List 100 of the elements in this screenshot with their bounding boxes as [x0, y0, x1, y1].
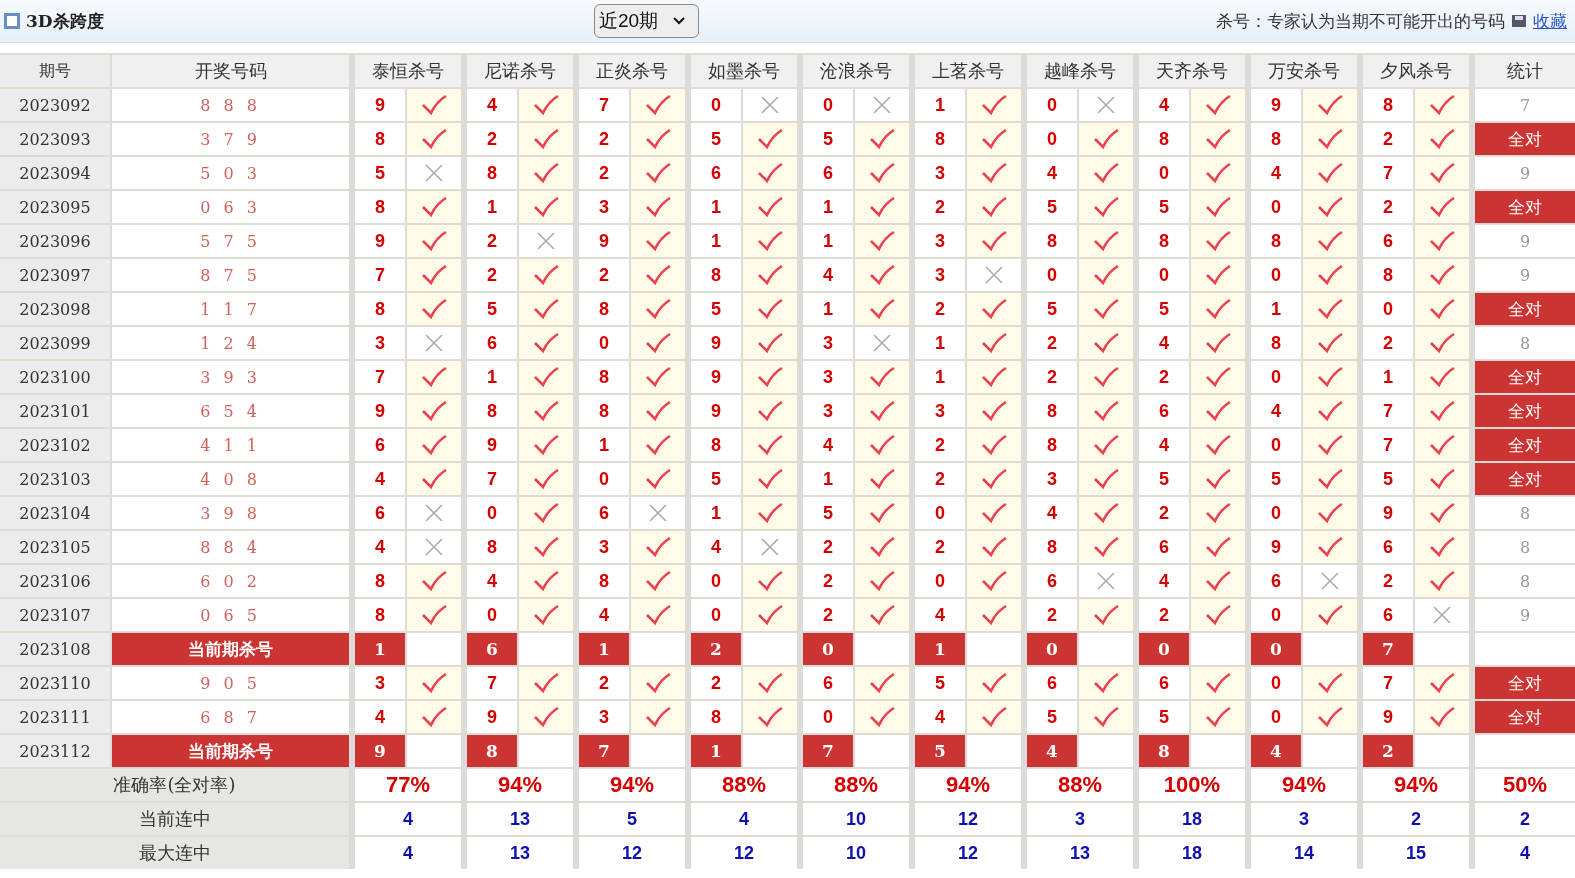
- kill-number-cell: 9: [355, 735, 405, 767]
- kill-number-cell: 1: [691, 497, 741, 529]
- kill-number-cell: 2: [803, 599, 853, 631]
- kill-number-cell: 2: [915, 463, 965, 495]
- check-icon: [1093, 264, 1119, 286]
- kill-number-cell: 8: [579, 293, 629, 325]
- kill-number-cell: 2: [803, 531, 853, 563]
- check-icon: [1093, 162, 1119, 184]
- cross-icon: [1320, 571, 1340, 591]
- cross-icon: [424, 333, 444, 353]
- check-icon: [645, 196, 671, 218]
- column-header: 天齐杀号: [1139, 55, 1245, 87]
- summary-value: 94%: [1251, 769, 1357, 801]
- kill-number-cell: 4: [691, 531, 741, 563]
- check-icon: [533, 536, 559, 558]
- kill-number-cell: 0: [1139, 157, 1189, 189]
- check-icon: [1205, 128, 1231, 150]
- all-correct-cell: 全对: [1475, 293, 1575, 325]
- check-icon: [1429, 128, 1455, 150]
- hit-count-cell: 8: [1475, 565, 1575, 597]
- kill-number-cell: 9: [355, 89, 405, 121]
- check-icon: [1317, 196, 1343, 218]
- kill-number-cell: 0: [803, 701, 853, 733]
- kill-number-cell: 8: [1363, 89, 1413, 121]
- kill-number-cell: 8: [355, 191, 405, 223]
- draw-number-cell: 6 5 4: [112, 395, 349, 427]
- check-icon: [1205, 366, 1231, 388]
- kill-number-cell: 6: [803, 667, 853, 699]
- summary-value: 15: [1363, 837, 1469, 869]
- kill-number-cell: 0: [1251, 701, 1301, 733]
- check-icon: [1429, 706, 1455, 728]
- summary-value: 88%: [691, 769, 797, 801]
- kill-number-cell: 7: [1363, 395, 1413, 427]
- summary-value: 2: [1475, 803, 1575, 835]
- bookmark-link[interactable]: 收藏: [1533, 9, 1567, 33]
- check-icon: [981, 366, 1007, 388]
- kill-number-cell: 3: [579, 191, 629, 223]
- kill-number-cell: 9: [691, 327, 741, 359]
- period-dropdown[interactable]: 近20期: [594, 4, 700, 38]
- period-cell: 2023098: [0, 293, 110, 325]
- kill-number-cell: 2: [1139, 599, 1189, 631]
- summary-label: 最大连中: [0, 837, 349, 869]
- check-icon: [1429, 672, 1455, 694]
- kill-number-cell: 8: [1027, 531, 1077, 563]
- kill-number-cell: 0: [467, 497, 517, 529]
- period-cell: 2023102: [0, 429, 110, 461]
- draw-number-cell: 0 6 3: [112, 191, 349, 223]
- cross-icon: [760, 537, 780, 557]
- check-icon: [645, 298, 671, 320]
- check-icon: [421, 434, 447, 456]
- column-header: 如墨杀号: [691, 55, 797, 87]
- summary-value: 12: [915, 803, 1021, 835]
- hit-count-cell: 9: [1475, 157, 1575, 189]
- summary-value: 100%: [1139, 769, 1245, 801]
- column-header: 尼诺杀号: [467, 55, 573, 87]
- kill-number-cell: 9: [355, 225, 405, 257]
- check-icon: [533, 332, 559, 354]
- kill-number-cell: 8: [1027, 225, 1077, 257]
- kill-number-cell: 0: [1027, 123, 1077, 155]
- check-icon: [1429, 400, 1455, 422]
- check-icon: [1429, 332, 1455, 354]
- kill-number-cell: 6: [1027, 667, 1077, 699]
- kill-number-cell: 2: [579, 667, 629, 699]
- check-icon: [981, 332, 1007, 354]
- check-icon: [1317, 162, 1343, 184]
- column-header: 统计: [1475, 55, 1575, 87]
- empty-cell: [967, 633, 1021, 665]
- empty-cell: [407, 735, 461, 767]
- draw-number-cell: 8 8 8: [112, 89, 349, 121]
- kill-number-cell: 3: [915, 157, 965, 189]
- all-correct-cell: 全对: [1475, 395, 1575, 427]
- check-icon: [1317, 604, 1343, 626]
- column-header: 上茗杀号: [915, 55, 1021, 87]
- check-icon: [981, 604, 1007, 626]
- check-icon: [869, 502, 895, 524]
- check-icon: [1205, 264, 1231, 286]
- check-icon: [1429, 434, 1455, 456]
- column-header: 开奖号码: [112, 55, 349, 87]
- kill-number-cell: 3: [1027, 463, 1077, 495]
- cross-icon: [1432, 605, 1452, 625]
- check-icon: [869, 468, 895, 490]
- check-icon: [1093, 366, 1119, 388]
- kill-number-cell: 5: [691, 123, 741, 155]
- check-icon: [1205, 400, 1231, 422]
- summary-value: 10: [803, 803, 909, 835]
- kill-number-cell: 2: [1027, 599, 1077, 631]
- summary-value: 88%: [1027, 769, 1133, 801]
- kill-number-cell: 2: [579, 123, 629, 155]
- check-icon: [1093, 706, 1119, 728]
- check-icon: [1317, 502, 1343, 524]
- kill-number-cell: 2: [915, 191, 965, 223]
- kill-number-cell: 4: [355, 531, 405, 563]
- period-cell: 2023105: [0, 531, 110, 563]
- summary-value: 4: [1475, 837, 1575, 869]
- period-cell: 2023094: [0, 157, 110, 189]
- check-icon: [757, 128, 783, 150]
- check-icon: [1429, 196, 1455, 218]
- kill-number-cell: 1: [579, 633, 629, 665]
- kill-number-cell: 5: [691, 463, 741, 495]
- kill-number-cell: 3: [579, 701, 629, 733]
